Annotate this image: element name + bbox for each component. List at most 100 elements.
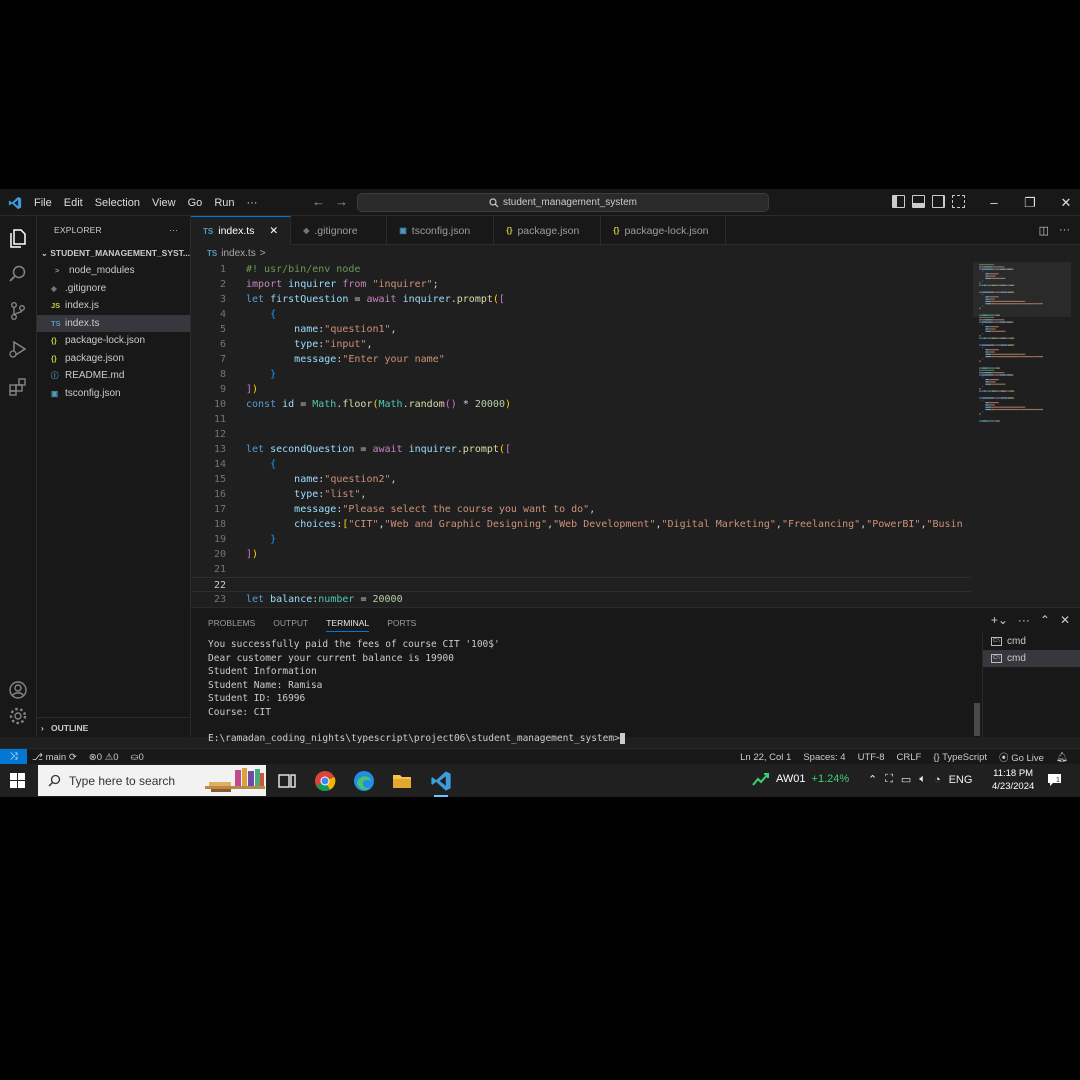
taskbar-clock[interactable]: 11:18 PM 4/23/2024 (992, 767, 1034, 793)
more-actions-icon[interactable]: ··· (169, 225, 178, 235)
minimap[interactable] (973, 262, 1071, 607)
terminal-item[interactable]: C:\ cmd (983, 633, 1080, 650)
toggle-secondary-sidebar-icon[interactable] (932, 195, 945, 208)
terminal-output[interactable]: You successfully paid the fees of course… (208, 638, 968, 744)
battery-icon[interactable]: ▭ (901, 773, 911, 786)
close-icon[interactable]: ✕ (1048, 195, 1080, 211)
bell-icon[interactable]: 🔔︎ (1056, 752, 1068, 763)
file-explorer-icon[interactable] (391, 770, 413, 792)
search-icon[interactable] (7, 263, 29, 285)
ports-status[interactable]: ⛀0 (131, 752, 144, 763)
menu-more[interactable]: ··· (241, 197, 264, 209)
file-tree-item[interactable]: JS index.js (37, 297, 190, 315)
menu-go[interactable]: Go (182, 197, 209, 209)
file-tree-item[interactable]: > node_modules (37, 262, 190, 280)
panel-tab-problems[interactable]: PROBLEMS (208, 618, 255, 632)
extensions-icon[interactable] (7, 376, 29, 398)
minimap-token (979, 335, 981, 337)
menu-file[interactable]: File (28, 197, 58, 209)
file-tree-item[interactable]: TS index.ts (37, 314, 190, 332)
vscode-taskbar-item[interactable] (430, 770, 452, 797)
customize-layout-icon[interactable] (952, 195, 965, 208)
minimap-token (995, 374, 1000, 376)
code-token: { (270, 459, 277, 470)
editor-tab[interactable]: TS index.ts ✕ (191, 216, 292, 245)
toggle-panel-icon[interactable] (912, 195, 925, 208)
language-indicator[interactable]: ENG (949, 774, 973, 786)
editor-tab[interactable]: ◆ .gitignore (291, 216, 388, 245)
ports-icon: ⛀ (130, 751, 139, 763)
code-editor[interactable]: 1 #! usr/bin/env node 2 import inquirer fro… (191, 262, 971, 607)
file-tree-item[interactable]: {} package.json (37, 350, 190, 368)
minimize-icon[interactable]: – (976, 195, 1012, 210)
file-tree-item[interactable]: {} package-lock.json (37, 332, 190, 350)
show-hidden-icons-chevron-icon[interactable]: ⌃ (868, 773, 877, 786)
minimap-token (982, 323, 983, 325)
task-view-icon[interactable] (276, 770, 298, 792)
terminal-item[interactable]: C:\ cmd (983, 650, 1080, 667)
more-actions-icon[interactable]: ··· (1018, 613, 1030, 627)
file-tree-item[interactable]: ◆ .gitignore (37, 280, 190, 298)
maximize-panel-icon[interactable]: ⌃ (1040, 613, 1050, 627)
menu-selection[interactable]: Selection (89, 197, 146, 209)
source-control-icon[interactable] (7, 300, 29, 322)
toggle-sidebar-icon[interactable] (892, 195, 905, 208)
more-actions-icon[interactable]: ··· (1059, 224, 1070, 237)
cursor-position[interactable]: Ln 22, Col 1 (740, 752, 791, 763)
menu-run[interactable]: Run (208, 197, 240, 209)
forward-arrow-icon[interactable]: → (335, 194, 348, 209)
close-panel-icon[interactable]: ✕ (1060, 613, 1070, 627)
file-tree-item[interactable]: ▣ tsconfig.json (37, 385, 190, 403)
remote-indicator-icon[interactable]: ⤨ (0, 749, 27, 765)
minimap-token (998, 402, 999, 404)
run-debug-icon[interactable] (7, 338, 29, 360)
workspace-folder[interactable]: ⌄ STUDENT_MANAGEMENT_SYST... (37, 244, 190, 262)
encoding[interactable]: UTF-8 (858, 752, 885, 763)
code-text: name:"question1", (246, 322, 396, 337)
branch-status[interactable]: ⎇ main ⟳ (32, 752, 77, 763)
edge-icon[interactable] (353, 770, 375, 792)
go-live[interactable]: ⦿ Go Live (999, 750, 1044, 764)
line-ending[interactable]: CRLF (897, 752, 922, 763)
minimap-token (979, 397, 983, 399)
line-number: 9 (219, 384, 226, 395)
windows-start-icon[interactable] (10, 773, 25, 788)
split-editor-icon[interactable]: ◫ (1039, 224, 1049, 237)
chrome-icon[interactable] (314, 770, 336, 792)
close-tab-icon[interactable]: ✕ (269, 225, 278, 237)
wifi-icon[interactable]: ◔ (934, 774, 941, 786)
new-terminal-icon[interactable]: +⌄ (991, 613, 1008, 627)
menu-view[interactable]: View (146, 197, 182, 209)
menu-edit[interactable]: Edit (58, 197, 89, 209)
back-arrow-icon[interactable]: ← (312, 194, 325, 209)
panel-tab-ports[interactable]: PORTS (387, 618, 416, 632)
code-line: 10 const id = Math.floor(Math.random() * … (191, 397, 971, 412)
window-controls: – ❐ ✕ (976, 189, 1080, 216)
terminal-scrollbar[interactable] (974, 703, 980, 736)
restore-icon[interactable]: ❐ (1012, 195, 1048, 211)
outline-section[interactable]: › OUTLINE (37, 717, 191, 737)
command-center-search[interactable]: student_management_system (357, 193, 769, 212)
settings-gear-icon[interactable] (7, 705, 29, 727)
file-tree-item[interactable]: ⓘ README.md (37, 367, 190, 385)
explorer-icon[interactable] (7, 227, 29, 249)
notification-center-icon[interactable]: 1 (1047, 772, 1062, 787)
problems-status[interactable]: ⊗0 ⚠0 (89, 752, 119, 763)
language-mode[interactable]: {} TypeScript (933, 752, 987, 763)
code-text: name:"question2", (246, 472, 396, 487)
panel-tab-terminal[interactable]: TERMINAL (326, 618, 370, 632)
onedrive-icon[interactable]: ⛶ (885, 773, 893, 786)
minimap-token (979, 420, 983, 422)
panel-tab-output[interactable]: OUTPUT (273, 618, 308, 632)
indentation[interactable]: Spaces: 4 (803, 752, 845, 763)
minimap-token (988, 404, 990, 406)
terminal-prompt[interactable]: E:\ramadan_coding_nights\typescript\proj… (208, 733, 625, 744)
minimap-slider[interactable] (973, 262, 1071, 317)
editor-tab[interactable]: {} package.json (494, 216, 602, 245)
breadcrumb-file[interactable]: index.ts (221, 248, 255, 259)
editor-tab[interactable]: {} package-lock.json (601, 216, 727, 245)
stock-widget[interactable]: AW01 +1.24% (752, 772, 849, 786)
account-icon[interactable] (7, 679, 29, 701)
editor-tab[interactable]: ▣ tsconfig.json (387, 216, 495, 245)
volume-icon[interactable]: 🔈︎ (919, 773, 926, 786)
